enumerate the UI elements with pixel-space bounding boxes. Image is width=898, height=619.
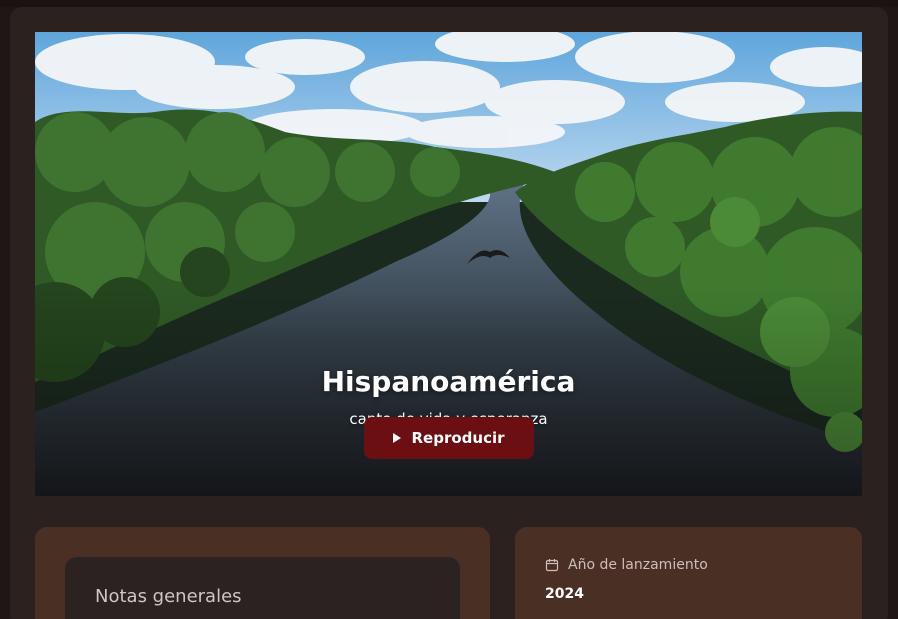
release-year-label-row: Año de lanzamiento (545, 557, 708, 573)
hero-title: Hispanoamérica (321, 365, 576, 398)
play-button-label: Reproducir (411, 429, 505, 447)
notes-card: Notas generales (35, 527, 490, 619)
play-button[interactable]: Reproducir (364, 417, 534, 459)
calendar-icon (545, 559, 559, 572)
hero-banner: Hispanoamérica canto de vida y esperanza… (35, 32, 862, 496)
top-bar (0, 0, 898, 7)
play-icon (393, 433, 402, 443)
release-year-value: 2024 (545, 586, 584, 602)
release-year-card: Año de lanzamiento 2024 (515, 527, 862, 619)
release-year-label: Año de lanzamiento (568, 557, 708, 573)
notes-box: Notas generales (65, 557, 460, 619)
notes-title: Notas generales (95, 586, 242, 607)
